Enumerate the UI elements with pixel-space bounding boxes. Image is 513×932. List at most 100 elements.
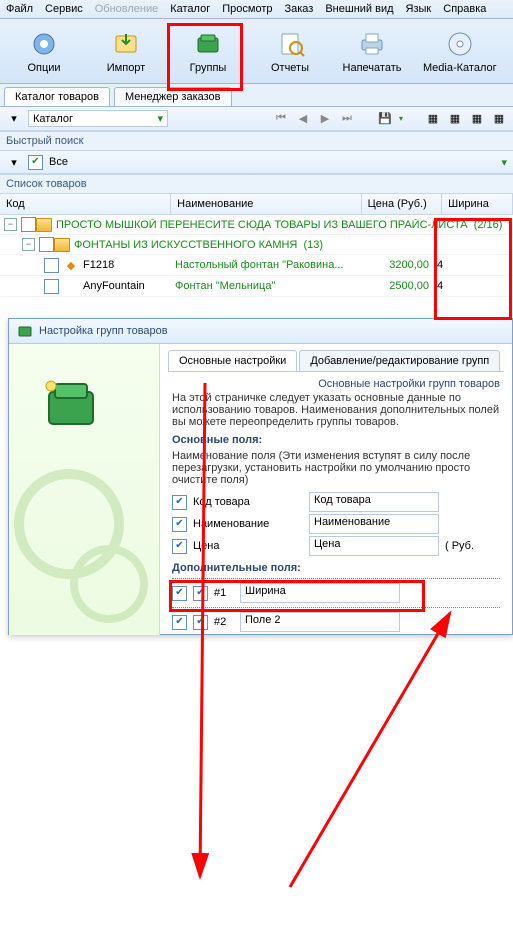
menu-language[interactable]: Язык: [406, 3, 432, 15]
grid-tool2-icon[interactable]: ▦: [447, 111, 463, 127]
dropdown-expand-icon[interactable]: ▾: [6, 111, 22, 127]
field-check[interactable]: ✔: [172, 495, 187, 510]
folder-icon: [36, 218, 52, 232]
grid-tool4-icon[interactable]: ▦: [491, 111, 507, 127]
import-icon: [110, 28, 142, 60]
extra-fields-title: Дополнительные поля:: [172, 562, 500, 574]
field-row-price: ✔ Цена Цена ( Руб.: [172, 536, 500, 556]
field-check[interactable]: ✔: [172, 539, 187, 554]
menu-file[interactable]: Файл: [6, 3, 33, 15]
main-fields-title: Основные поля:: [172, 434, 500, 446]
menu-help[interactable]: Справка: [443, 3, 486, 15]
tab-order-manager[interactable]: Менеджер заказов: [114, 87, 232, 106]
col-name[interactable]: Наименование: [171, 194, 361, 214]
row-check[interactable]: [44, 279, 59, 294]
field-input[interactable]: Код товара: [309, 492, 439, 512]
print-button[interactable]: Напечатать: [334, 23, 410, 79]
row-check[interactable]: [21, 217, 36, 232]
col-width[interactable]: Ширина: [442, 194, 513, 214]
dropdown-expand-icon[interactable]: ▾: [6, 154, 22, 170]
field-show-check[interactable]: ✔: [172, 586, 187, 601]
goods-tree: − ПРОСТО МЫШКОЙ ПЕРЕНЕСИТЕ СЮДА ТОВАРЫ И…: [0, 215, 513, 297]
separator: [172, 607, 500, 608]
nav-prev-icon[interactable]: ◀: [295, 111, 311, 127]
field-enable-check[interactable]: ✔: [193, 615, 208, 630]
field-suffix: ( Руб.: [445, 540, 474, 552]
options-button[interactable]: Опции: [6, 23, 82, 79]
field-input[interactable]: Цена: [309, 536, 439, 556]
save-chevron-icon[interactable]: ▾: [399, 114, 403, 123]
field-label: Цена: [193, 540, 303, 552]
item-icon: ◆: [63, 257, 79, 273]
media-icon: [444, 28, 476, 60]
menu-appearance[interactable]: Внешний вид: [325, 3, 393, 15]
cell-width: 4: [429, 259, 477, 271]
catalog-dropdown[interactable]: Каталог ▾: [28, 110, 168, 127]
cell-code: F1218: [83, 259, 175, 271]
import-button[interactable]: Импорт: [88, 23, 164, 79]
col-price[interactable]: Цена (Руб.): [362, 194, 443, 214]
menu-order[interactable]: Заказ: [284, 3, 313, 15]
col-code[interactable]: Код: [0, 194, 171, 214]
menu-catalog[interactable]: Каталог: [170, 3, 210, 15]
quicksearch-bar: ▾ ✔ Все ▾: [0, 151, 513, 174]
main-fields-hint: Наименование поля (Эти изменения вступят…: [172, 450, 500, 486]
field-row-code: ✔ Код товара Код товара: [172, 492, 500, 512]
field-show-check[interactable]: ✔: [172, 615, 187, 630]
menu-view[interactable]: Просмотр: [222, 3, 272, 15]
extra-field-input[interactable]: Ширина: [240, 583, 400, 603]
dialog-titlebar: Настройка групп товаров: [9, 319, 512, 344]
cell-name: Настольный фонтан "Раковина...: [175, 259, 359, 271]
nav-last-icon[interactable]: ⏭: [339, 111, 355, 127]
goods-list-title: Список товаров: [0, 174, 513, 194]
quicksearch-check[interactable]: ✔: [28, 155, 43, 170]
item-icon: [63, 278, 79, 294]
tree-group-count: (13): [304, 239, 324, 251]
grid-tool3-icon[interactable]: ▦: [469, 111, 485, 127]
chevron-down-icon[interactable]: ▾: [501, 156, 507, 169]
cell-price: 3200,00: [359, 259, 429, 271]
extra-field-input[interactable]: Поле 2: [240, 612, 400, 632]
main-toolbar: Опции Импорт Группы Отчеты Напечатать Me…: [0, 19, 513, 84]
tab-add-edit-groups[interactable]: Добавление/редактирование групп: [299, 350, 500, 371]
row-check[interactable]: [39, 237, 54, 252]
field-check[interactable]: ✔: [172, 517, 187, 532]
tab-main-settings[interactable]: Основные настройки: [168, 350, 297, 371]
dialog-tabs: Основные настройки Добавление/редактиров…: [168, 350, 504, 372]
tab-catalog[interactable]: Каталог товаров: [4, 87, 110, 106]
tree-group[interactable]: − ФОНТАНЫ ИЗ ИСКУССТВЕННОГО КАМНЯ (13): [0, 235, 513, 255]
cell-price: 2500,00: [359, 280, 429, 292]
gear-icon: [28, 28, 60, 60]
print-icon: [356, 28, 388, 60]
tree-root[interactable]: − ПРОСТО МЫШКОЙ ПЕРЕНЕСИТЕ СЮДА ТОВАРЫ И…: [0, 215, 513, 235]
tree-group-label: ФОНТАНЫ ИЗ ИСКУССТВЕННОГО КАМНЯ: [74, 239, 297, 251]
groups-button[interactable]: Группы: [170, 23, 246, 79]
collapse-icon[interactable]: −: [4, 218, 17, 231]
field-input[interactable]: Наименование: [309, 514, 439, 534]
collapse-icon[interactable]: −: [22, 238, 35, 251]
catalog-subbar: ▾ Каталог ▾ ⏮ ◀ ▶ ⏭ 💾 ▾ ▦ ▦ ▦ ▦: [0, 107, 513, 131]
field-enable-check[interactable]: ✔: [193, 586, 208, 601]
reports-button[interactable]: Отчеты: [252, 23, 328, 79]
table-row[interactable]: AnyFountain Фонтан "Мельница" 2500,00 4: [0, 276, 513, 297]
reports-icon: [274, 28, 306, 60]
extra-field-row-1: ✔ ✔ #1 Ширина: [172, 583, 500, 603]
field-label: Код товара: [193, 496, 303, 508]
grid-tool1-icon[interactable]: ▦: [425, 111, 441, 127]
quicksearch-value: Все: [49, 156, 68, 168]
row-check[interactable]: [44, 258, 59, 273]
media-catalog-button[interactable]: Media-Каталог: [416, 23, 504, 79]
groups-icon: [192, 28, 224, 60]
table-row[interactable]: ◆ F1218 Настольный фонтан "Раковина... 3…: [0, 255, 513, 276]
reports-label: Отчеты: [271, 62, 309, 74]
cell-code: AnyFountain: [83, 280, 175, 292]
menu-service[interactable]: Сервис: [45, 3, 83, 15]
folder-icon: [54, 238, 70, 252]
save-icon[interactable]: 💾: [377, 111, 393, 127]
field-row-name: ✔ Наименование Наименование: [172, 514, 500, 534]
dialog-main: Основные настройки Добавление/редактиров…: [160, 344, 512, 635]
field-label: Наименование: [193, 518, 303, 530]
nav-next-icon[interactable]: ▶: [317, 111, 333, 127]
nav-first-icon[interactable]: ⏮: [273, 111, 289, 127]
dialog-sidebar: [9, 344, 160, 635]
